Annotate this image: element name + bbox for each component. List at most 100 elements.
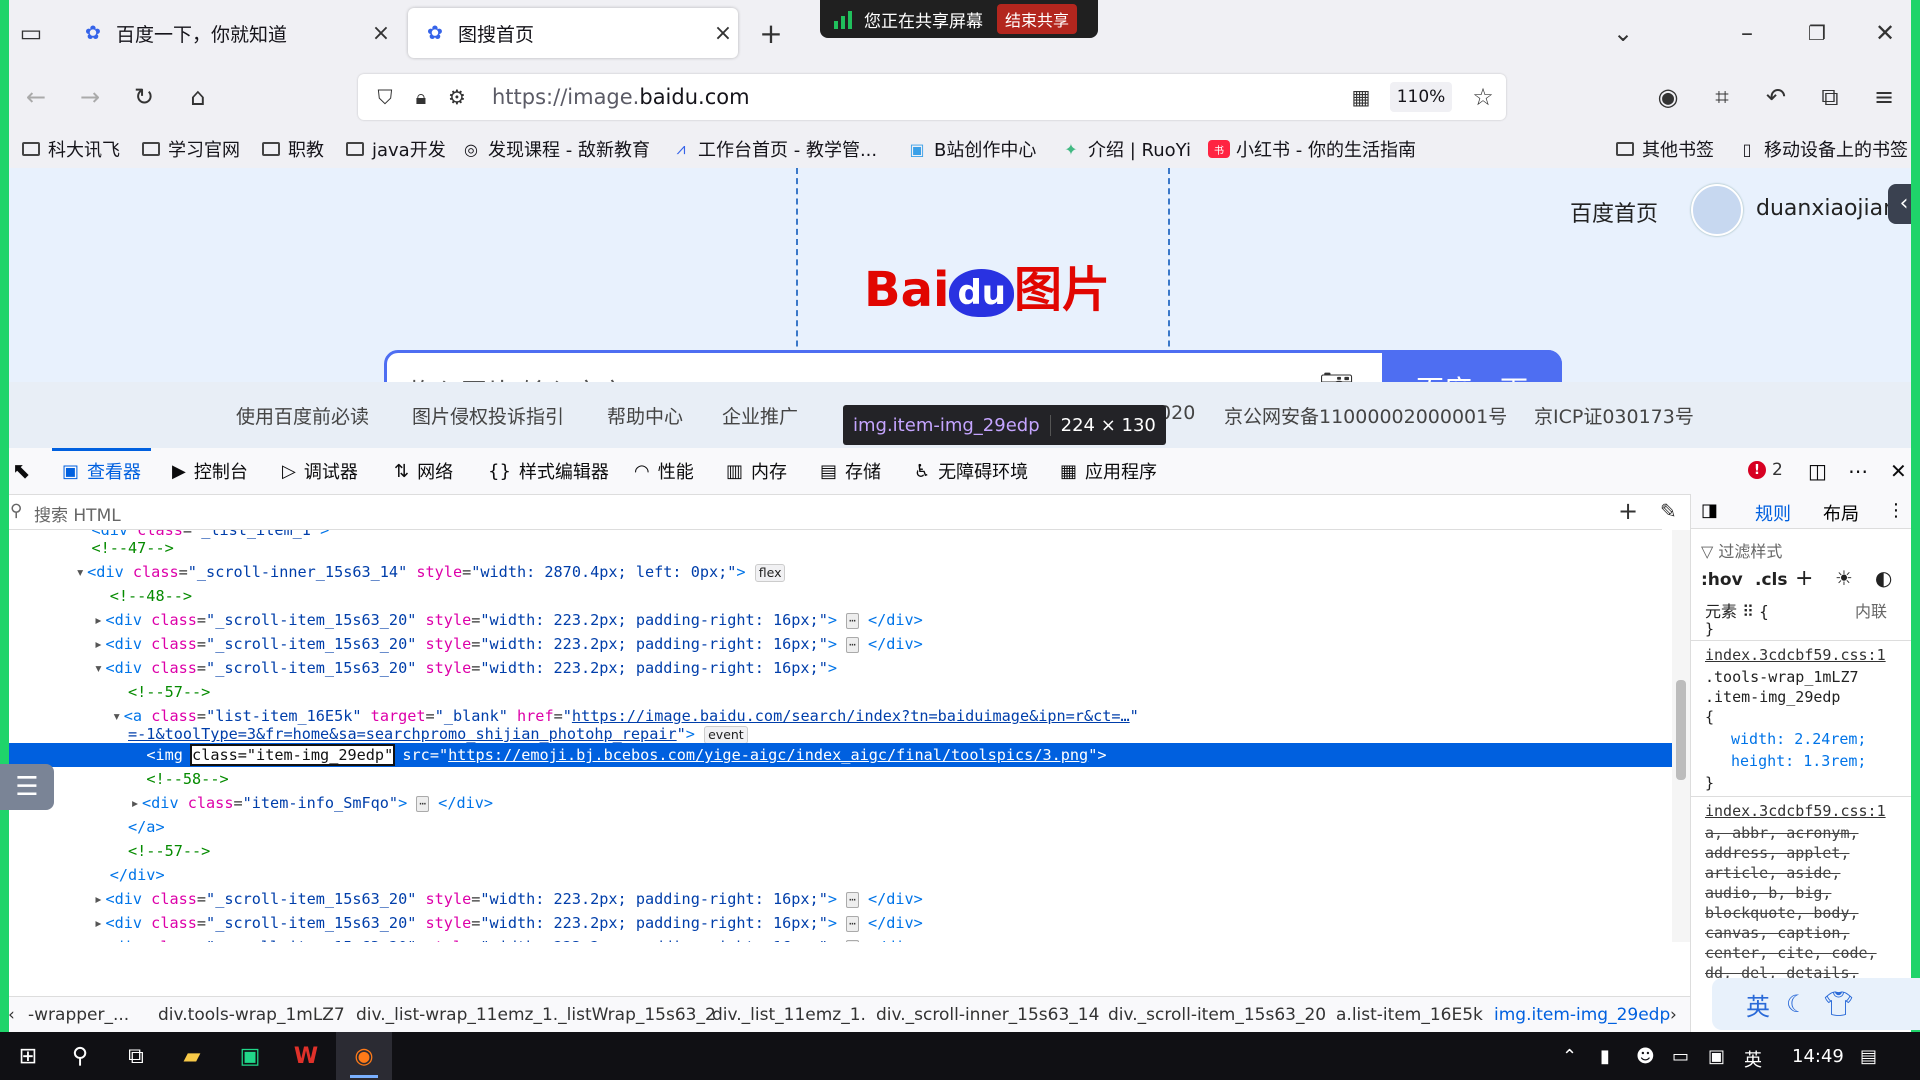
stop-sharing-button[interactable]: 结束共享 [997, 4, 1078, 34]
scrollbar-thumb[interactable] [1676, 680, 1686, 780]
bookmark-link[interactable]: ✦ 介绍 | RuoYi [1060, 136, 1191, 162]
tree-line[interactable]: ▸<div class="_scroll-item_15s63_20" styl… [0, 608, 1672, 632]
bookmark-folder-other[interactable]: 其他书签 [1614, 136, 1714, 162]
minimize-icon[interactable]: – [1730, 18, 1764, 48]
error-count-badge[interactable]: ! 2 [1748, 460, 1783, 480]
tree-line[interactable]: ▸ <div class="item-info_SmFqo"> ⋯ </div> [0, 791, 1672, 815]
tab-rules[interactable]: 规则 [1755, 500, 1791, 526]
dark-scheme-icon[interactable]: ◐ [1875, 566, 1892, 590]
breadcrumb-item[interactable]: div._list_11emz_1. [712, 1005, 866, 1025]
list-all-tabs-icon[interactable]: ⌄ [1606, 18, 1640, 48]
tab-debugger[interactable]: ▷ 调试器 [282, 448, 358, 494]
tab-accessibility[interactable]: ♿︎ 无障碍环境 [914, 448, 1028, 494]
breadcrumb-item[interactable]: div._scroll-item_15s63_20 [1108, 1005, 1326, 1025]
file-explorer-icon[interactable]: ▰ [164, 1032, 220, 1080]
tree-line-selected[interactable]: <img class="item-img_29edp" src="https:/… [0, 743, 1672, 767]
windows-start-icon[interactable]: ⊞ [0, 1032, 56, 1080]
tab-application[interactable]: ▦ 应用程序 [1060, 448, 1157, 494]
dock-side-icon[interactable]: ◫ [1808, 448, 1827, 494]
breadcrumb-scroll-right-icon[interactable]: › [1670, 1005, 1677, 1025]
tree-line[interactable]: ▾ <div class="_scroll-inner_15s63_14" sty… [0, 560, 1672, 584]
bookmark-link[interactable]: ⩘ 工作台首页 - 教学管... [670, 136, 877, 162]
tab-performance[interactable]: ◠ 性能 [634, 448, 694, 494]
input-language[interactable]: 英 [1744, 1046, 1762, 1072]
tree-line[interactable]: ▸<div class="_scroll-item_15s63_20" styl… [0, 632, 1672, 656]
search-icon[interactable]: ⚲ [52, 1032, 108, 1080]
css-declaration[interactable]: height: 1.3rem; [1731, 752, 1866, 770]
baidu-home-link[interactable]: 百度首页 [1570, 196, 1658, 228]
url-text[interactable]: https://image.baidu.com [492, 85, 750, 109]
ime-moon-icon[interactable]: ☾ [1786, 990, 1808, 1018]
element-picker-icon[interactable]: ⬉ [12, 448, 30, 494]
footer-link[interactable]: 企业推广 [722, 402, 798, 429]
tree-line[interactable]: ▾ <div class="_scroll-item_15s63_20" styl… [0, 656, 1672, 680]
extensions-icon[interactable]: ⧉ [1812, 80, 1848, 114]
tree-line[interactable]: <!--57--> [0, 839, 1672, 863]
bookmark-link[interactable]: 书小红书 - 你的生活指南 [1208, 136, 1416, 162]
permissions-icon[interactable]: ⚙ [442, 82, 472, 112]
close-tab-icon[interactable]: × [708, 21, 738, 46]
bookmark-link[interactable]: ◎ 发现课程 - 敌新教育 [460, 136, 650, 162]
tree-line[interactable]: ▸<div class="_scroll-item_15s63_20" styl… [0, 887, 1672, 911]
footer-link[interactable]: 图片侵权投诉指引 [412, 402, 564, 429]
tab-memory[interactable]: ▥ 内存 [726, 448, 787, 494]
ime-skin-icon[interactable]: 👕︎ [1824, 990, 1854, 1018]
account-icon[interactable]: ◉ [1650, 80, 1686, 114]
tree-line[interactable]: <!--57--> [0, 680, 1672, 704]
filter-styles-input[interactable]: ▽ 过滤样式 [1701, 538, 1782, 562]
breadcrumb-item[interactable]: -wrapper_... [28, 1005, 129, 1025]
forward-icon[interactable]: → [72, 80, 108, 114]
pycharm-icon[interactable]: ▣ [222, 1032, 278, 1080]
more-tabs-icon[interactable]: ⋮ [1887, 500, 1905, 521]
lock-icon[interactable]: 🔒︎ [406, 82, 436, 112]
network-icon[interactable]: ▣ [1708, 1046, 1725, 1067]
light-scheme-icon[interactable]: ☀ [1835, 566, 1853, 590]
close-tab-icon[interactable]: × [366, 21, 396, 46]
clock-time[interactable]: 14:49 [1792, 1046, 1844, 1067]
add-node-icon[interactable]: + [1618, 497, 1638, 525]
ime-language[interactable]: 英 [1746, 987, 1770, 1022]
qq-icon[interactable]: ☻ [1636, 1046, 1655, 1067]
bookmark-folder[interactable]: java开发 [344, 136, 446, 162]
footer-link[interactable]: 京ICP证030173号 [1534, 402, 1694, 429]
pseudo-class-toggle[interactable]: :hov [1701, 570, 1743, 590]
restore-icon[interactable]: ❐ [1800, 18, 1834, 48]
task-view-icon[interactable]: ⧉ [108, 1032, 164, 1080]
undo-icon[interactable]: ↶ [1758, 80, 1794, 114]
footer-link[interactable]: 帮助中心 [607, 402, 683, 429]
tab-inspector[interactable]: ▣ 查看器 [52, 448, 152, 494]
close-window-icon[interactable]: ✕ [1868, 18, 1902, 48]
wps-icon[interactable]: W [278, 1032, 334, 1080]
tab-baidu-home[interactable]: ✿ 百度一下，你就知道 × [66, 8, 396, 58]
tree-line[interactable]: <!--48--> [0, 584, 1672, 608]
more-options-icon[interactable]: ⋯ [1848, 448, 1868, 494]
tab-network[interactable]: ⇅ 网络 [394, 448, 453, 494]
breadcrumb-item[interactable]: a.list-item_16E5k [1336, 1005, 1483, 1025]
footer-link[interactable]: 使用百度前必读 [236, 402, 369, 429]
breadcrumb-item[interactable]: div.tools-wrap_1mLZ7 [158, 1005, 345, 1025]
address-bar[interactable]: ⛉ 🔒︎ ⚙ https://image.baidu.com ▦ 110% ☆ [358, 74, 1506, 120]
tree-line[interactable]: ▸<div class="_scroll-item_15s63_20" styl… [0, 911, 1672, 935]
notification-icon[interactable]: ▤ [1860, 1046, 1877, 1067]
tracking-shield-icon[interactable]: ⛉ [370, 82, 400, 112]
add-rule-icon[interactable]: + [1795, 566, 1813, 591]
firefox-icon[interactable]: ◉ [336, 1032, 392, 1080]
rule-source-link[interactable]: index.3cdcbf59.css:1 [1705, 802, 1886, 820]
rule-source-link[interactable]: index.3cdcbf59.css:1 [1705, 646, 1886, 664]
tab-storage[interactable]: ▤ 存储 [820, 448, 881, 494]
toggle-sidebar-icon[interactable]: ◨ [1701, 500, 1718, 521]
html-search-input[interactable]: 搜索 HTML [34, 501, 121, 526]
tab-console[interactable]: ▶ 控制台 [172, 448, 248, 494]
home-icon[interactable]: ⌂ [180, 80, 216, 114]
eyedropper-icon[interactable]: ✎ [1660, 499, 1677, 523]
screenshot-crop-icon[interactable]: ⌗ [1704, 80, 1740, 114]
battery-icon[interactable]: ▭ [1672, 1046, 1689, 1067]
qr-code-icon[interactable]: ▦ [1346, 82, 1376, 112]
bookmark-link[interactable]: ▣ B站创作中心 [906, 136, 1036, 162]
new-tab-button[interactable]: + [752, 16, 790, 50]
tree-line[interactable]: <!--47--> [0, 536, 1672, 560]
tree-line[interactable]: <!--58--> [0, 767, 1672, 791]
breadcrumb-item[interactable]: div._list-wrap_11emz_1._listWrap_15s63_2 [356, 1005, 716, 1025]
tab-layout[interactable]: 布局 [1823, 500, 1859, 526]
back-icon[interactable]: ← [18, 80, 54, 114]
